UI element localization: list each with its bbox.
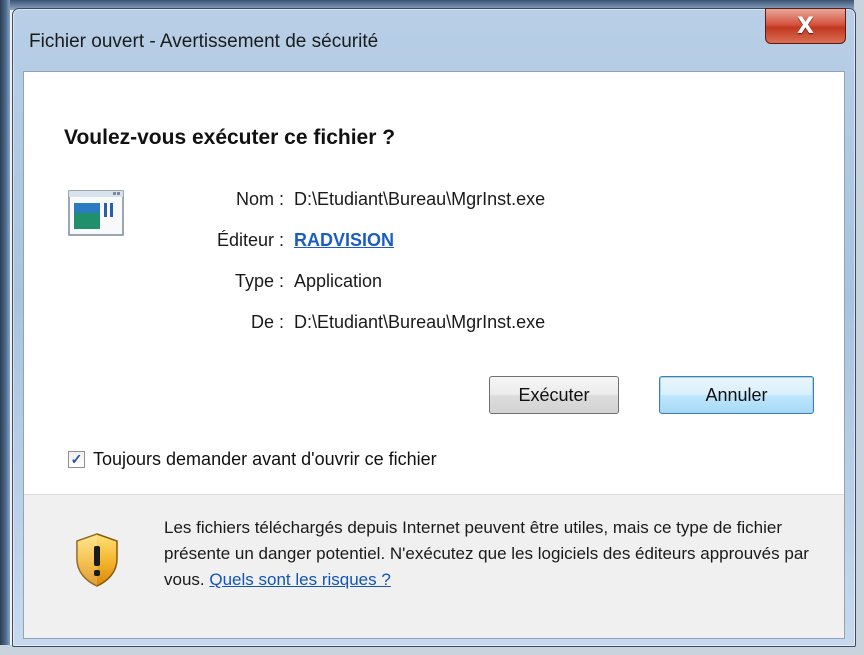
field-publisher-label: Éditeur : [216,230,284,250]
run-button[interactable]: Exécuter [489,376,619,414]
field-from-value: D:\Etudiant\Bureau\MgrInst.exe [294,312,546,332]
field-from-label: De : [250,312,284,332]
close-icon: X [797,13,814,39]
window-title: Fichier ouvert - Avertissement de sécuri… [29,31,379,52]
dialog-body: Voulez-vous exécuter ce fichier ? Nom : … [23,71,845,639]
close-button[interactable]: X [765,8,846,44]
warning-message: Les fichiers téléchargés depuis Internet… [164,515,824,593]
application-window-icon [68,190,124,236]
field-type-label: Type : [234,271,284,291]
always-ask-label[interactable]: Toujours demander avant d'ouvrir ce fich… [93,449,437,470]
checkmark-icon: ✓ [70,451,83,467]
dialog-question: Voulez-vous exécuter ce fichier ? [64,126,396,149]
title-bar[interactable]: Fichier ouvert - Avertissement de sécuri… [13,8,855,69]
always-ask-option[interactable]: ✓ Toujours demander avant d'ouvrir ce fi… [68,447,437,471]
security-warning-dialog: Fichier ouvert - Avertissement de sécuri… [12,8,856,647]
desktop-background-left [0,0,10,655]
always-ask-checkbox[interactable]: ✓ [68,450,85,468]
security-shield-warning-icon [76,533,118,587]
field-name-value: D:\Etudiant\Bureau\MgrInst.exe [294,189,546,209]
field-type-value: Application [294,271,383,291]
publisher-link[interactable]: RADVISION [294,230,394,251]
cancel-button[interactable]: Annuler [659,376,814,414]
risks-link[interactable]: Quels sont les risques ? [209,570,390,589]
field-name-label: Nom : [235,189,284,209]
